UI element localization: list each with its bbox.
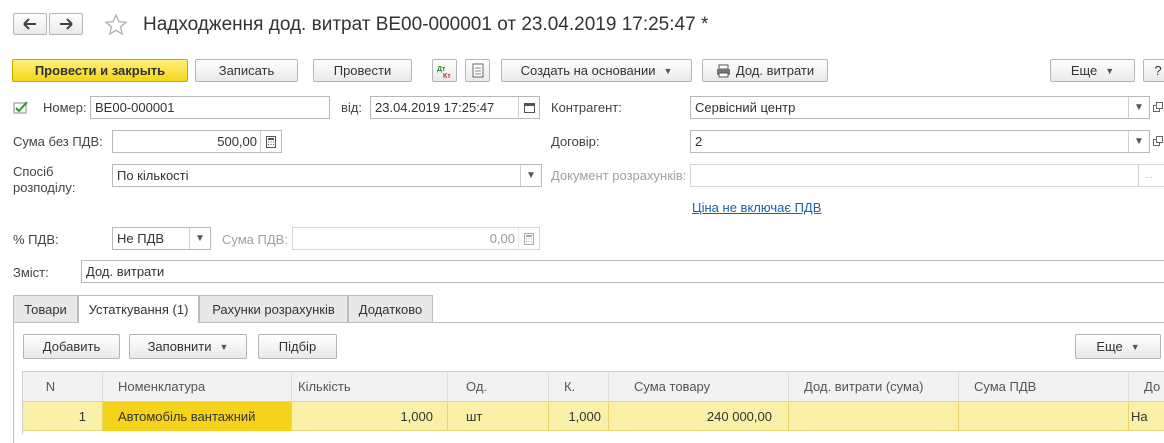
fill-label: Заповнити xyxy=(147,339,212,354)
settlement-document-field[interactable]: ... xyxy=(690,164,1164,187)
cell-coefficient[interactable]: 1,000 xyxy=(549,402,609,431)
date-field[interactable]: 23.04.2019 17:25:47 xyxy=(370,96,540,119)
dt-kt-icon: Дт Кт xyxy=(437,66,451,79)
contract-field[interactable]: 2 ▼ xyxy=(690,130,1150,153)
contractor-field[interactable]: Сервісний центр ▼ xyxy=(690,96,1150,119)
contract-label: Договір: xyxy=(551,134,600,149)
back-button[interactable] xyxy=(13,13,47,35)
forward-button[interactable] xyxy=(49,13,83,35)
dropdown-arrow-icon[interactable]: ▼ xyxy=(189,228,210,249)
dt-kt-button[interactable]: Дт Кт xyxy=(432,59,457,82)
column-header-additional-costs[interactable]: Дод. витрати (сума) xyxy=(789,371,959,402)
vat-amount-label: Сума ПДВ: xyxy=(222,232,288,247)
dropdown-arrow-icon: ▼ xyxy=(1130,341,1140,352)
distribution-label-line1: Спосіб xyxy=(13,164,54,179)
cell-n: 1 xyxy=(23,402,103,431)
content-value: Дод. витрати xyxy=(86,264,165,279)
save-button[interactable]: Записать xyxy=(195,59,298,82)
printer-icon xyxy=(716,64,730,77)
column-header-more[interactable]: До xyxy=(1129,371,1164,402)
page-title: Надходження дод. витрат ВЕ00-000001 от 2… xyxy=(143,14,709,35)
number-field[interactable]: ВЕ00-000001 xyxy=(90,96,330,119)
cell-vat-sum[interactable] xyxy=(959,402,1129,431)
column-header-unit[interactable]: Од. xyxy=(448,371,549,402)
column-header-coefficient[interactable]: К. xyxy=(549,371,609,402)
create-based-on-button[interactable]: Создать на основании ▼ xyxy=(501,59,692,82)
svg-text:Дт: Дт xyxy=(437,66,446,73)
content-field[interactable]: Дод. витрати xyxy=(81,260,1164,283)
distribution-method-value: По кількості xyxy=(117,168,189,183)
cell-goods-sum[interactable]: 240 000,00 xyxy=(609,402,789,431)
post-button[interactable]: Провести xyxy=(313,59,412,82)
number-value: ВЕ00-000001 xyxy=(95,100,175,115)
dropdown-arrow-icon[interactable]: ▼ xyxy=(1128,97,1149,118)
open-contractor-icon[interactable] xyxy=(1153,101,1164,112)
report-button[interactable] xyxy=(465,59,490,82)
calculator-icon[interactable] xyxy=(518,228,539,249)
favorite-star-icon[interactable] xyxy=(104,13,128,37)
tab-additional[interactable]: Додатково xyxy=(348,295,433,322)
dropdown-arrow-icon: ▼ xyxy=(663,65,673,76)
vat-rate-select[interactable]: Не ПДВ ▼ xyxy=(112,227,211,250)
cell-additional-costs[interactable] xyxy=(789,402,959,431)
amount-label: Сума без ПДВ: xyxy=(13,134,103,149)
table-more-button[interactable]: Еще ▼ xyxy=(1075,334,1161,359)
column-header-nomenclature[interactable]: Номенклатура xyxy=(103,371,292,402)
ellipsis-icon[interactable]: ... xyxy=(1138,165,1159,186)
additional-costs-print-button[interactable]: Дод. витрати xyxy=(702,59,828,82)
vat-amount-value: 0,00 xyxy=(489,231,515,246)
cell-nomenclature[interactable]: Автомобіль вантажний xyxy=(103,402,292,431)
date-value: 23.04.2019 17:25:47 xyxy=(375,100,495,115)
column-header-n[interactable]: N xyxy=(23,371,103,402)
contract-value: 2 xyxy=(695,134,703,149)
dropdown-arrow-icon[interactable]: ▼ xyxy=(520,165,541,186)
contractor-label: Контрагент: xyxy=(551,100,622,115)
settlement-document-label: Документ розрахунків: xyxy=(551,168,687,183)
distribution-label-line2: розподілу: xyxy=(13,180,76,195)
svg-text:Кт: Кт xyxy=(443,73,451,79)
pick-button[interactable]: Підбір xyxy=(258,334,337,359)
amount-field[interactable]: 500,00 xyxy=(112,130,282,153)
arrow-right-icon xyxy=(60,18,73,30)
posted-status-icon xyxy=(13,100,29,114)
arrow-left-icon xyxy=(23,18,36,30)
open-contract-icon[interactable] xyxy=(1153,135,1164,146)
add-row-button[interactable]: Добавить xyxy=(23,334,120,359)
column-header-vat-sum[interactable]: Сума ПДВ xyxy=(959,371,1129,402)
vat-rate-value: Не ПДВ xyxy=(117,231,165,246)
fill-button[interactable]: Заповнити ▼ xyxy=(129,334,247,359)
dropdown-arrow-icon: ▼ xyxy=(219,341,229,352)
document-icon xyxy=(472,63,483,78)
more-label: Еще xyxy=(1070,63,1098,78)
additional-costs-label: Дод. витрати xyxy=(735,63,815,78)
amount-value: 500,00 xyxy=(217,134,257,149)
column-header-quantity[interactable]: Кількість xyxy=(292,371,448,402)
calendar-icon[interactable] xyxy=(518,97,539,118)
vat-rate-label: % ПДВ: xyxy=(13,232,59,247)
cell-quantity[interactable]: 1,000 xyxy=(292,402,448,431)
tab-settlement-accounts[interactable]: Рахунки розрахунків xyxy=(199,295,348,322)
help-button[interactable]: ? xyxy=(1143,59,1164,82)
more-button[interactable]: Еще ▼ xyxy=(1050,59,1135,82)
cell-more[interactable]: На xyxy=(1129,402,1164,431)
column-header-goods-sum[interactable]: Сума товару xyxy=(609,371,789,402)
create-based-on-label: Создать на основании xyxy=(520,63,656,78)
post-and-close-button[interactable]: Провести и закрыть xyxy=(12,59,188,82)
number-label: Номер: xyxy=(43,100,87,115)
price-excludes-vat-link[interactable]: Ціна не включає ПДВ xyxy=(692,200,821,215)
date-label: від: xyxy=(341,100,362,115)
vat-amount-field[interactable]: 0,00 xyxy=(292,227,540,250)
tab-goods[interactable]: Товари xyxy=(13,295,78,322)
cell-unit[interactable]: шт xyxy=(448,402,549,431)
dropdown-arrow-icon[interactable]: ▼ xyxy=(1128,131,1149,152)
tab-equipment[interactable]: Устаткування (1) xyxy=(78,295,199,323)
table-more-label: Еще xyxy=(1096,339,1123,354)
content-label: Зміст: xyxy=(13,265,49,280)
distribution-method-select[interactable]: По кількості ▼ xyxy=(112,164,542,187)
dropdown-arrow-icon: ▼ xyxy=(1105,65,1115,76)
contractor-value: Сервісний центр xyxy=(695,100,796,115)
calculator-icon[interactable] xyxy=(260,131,281,152)
